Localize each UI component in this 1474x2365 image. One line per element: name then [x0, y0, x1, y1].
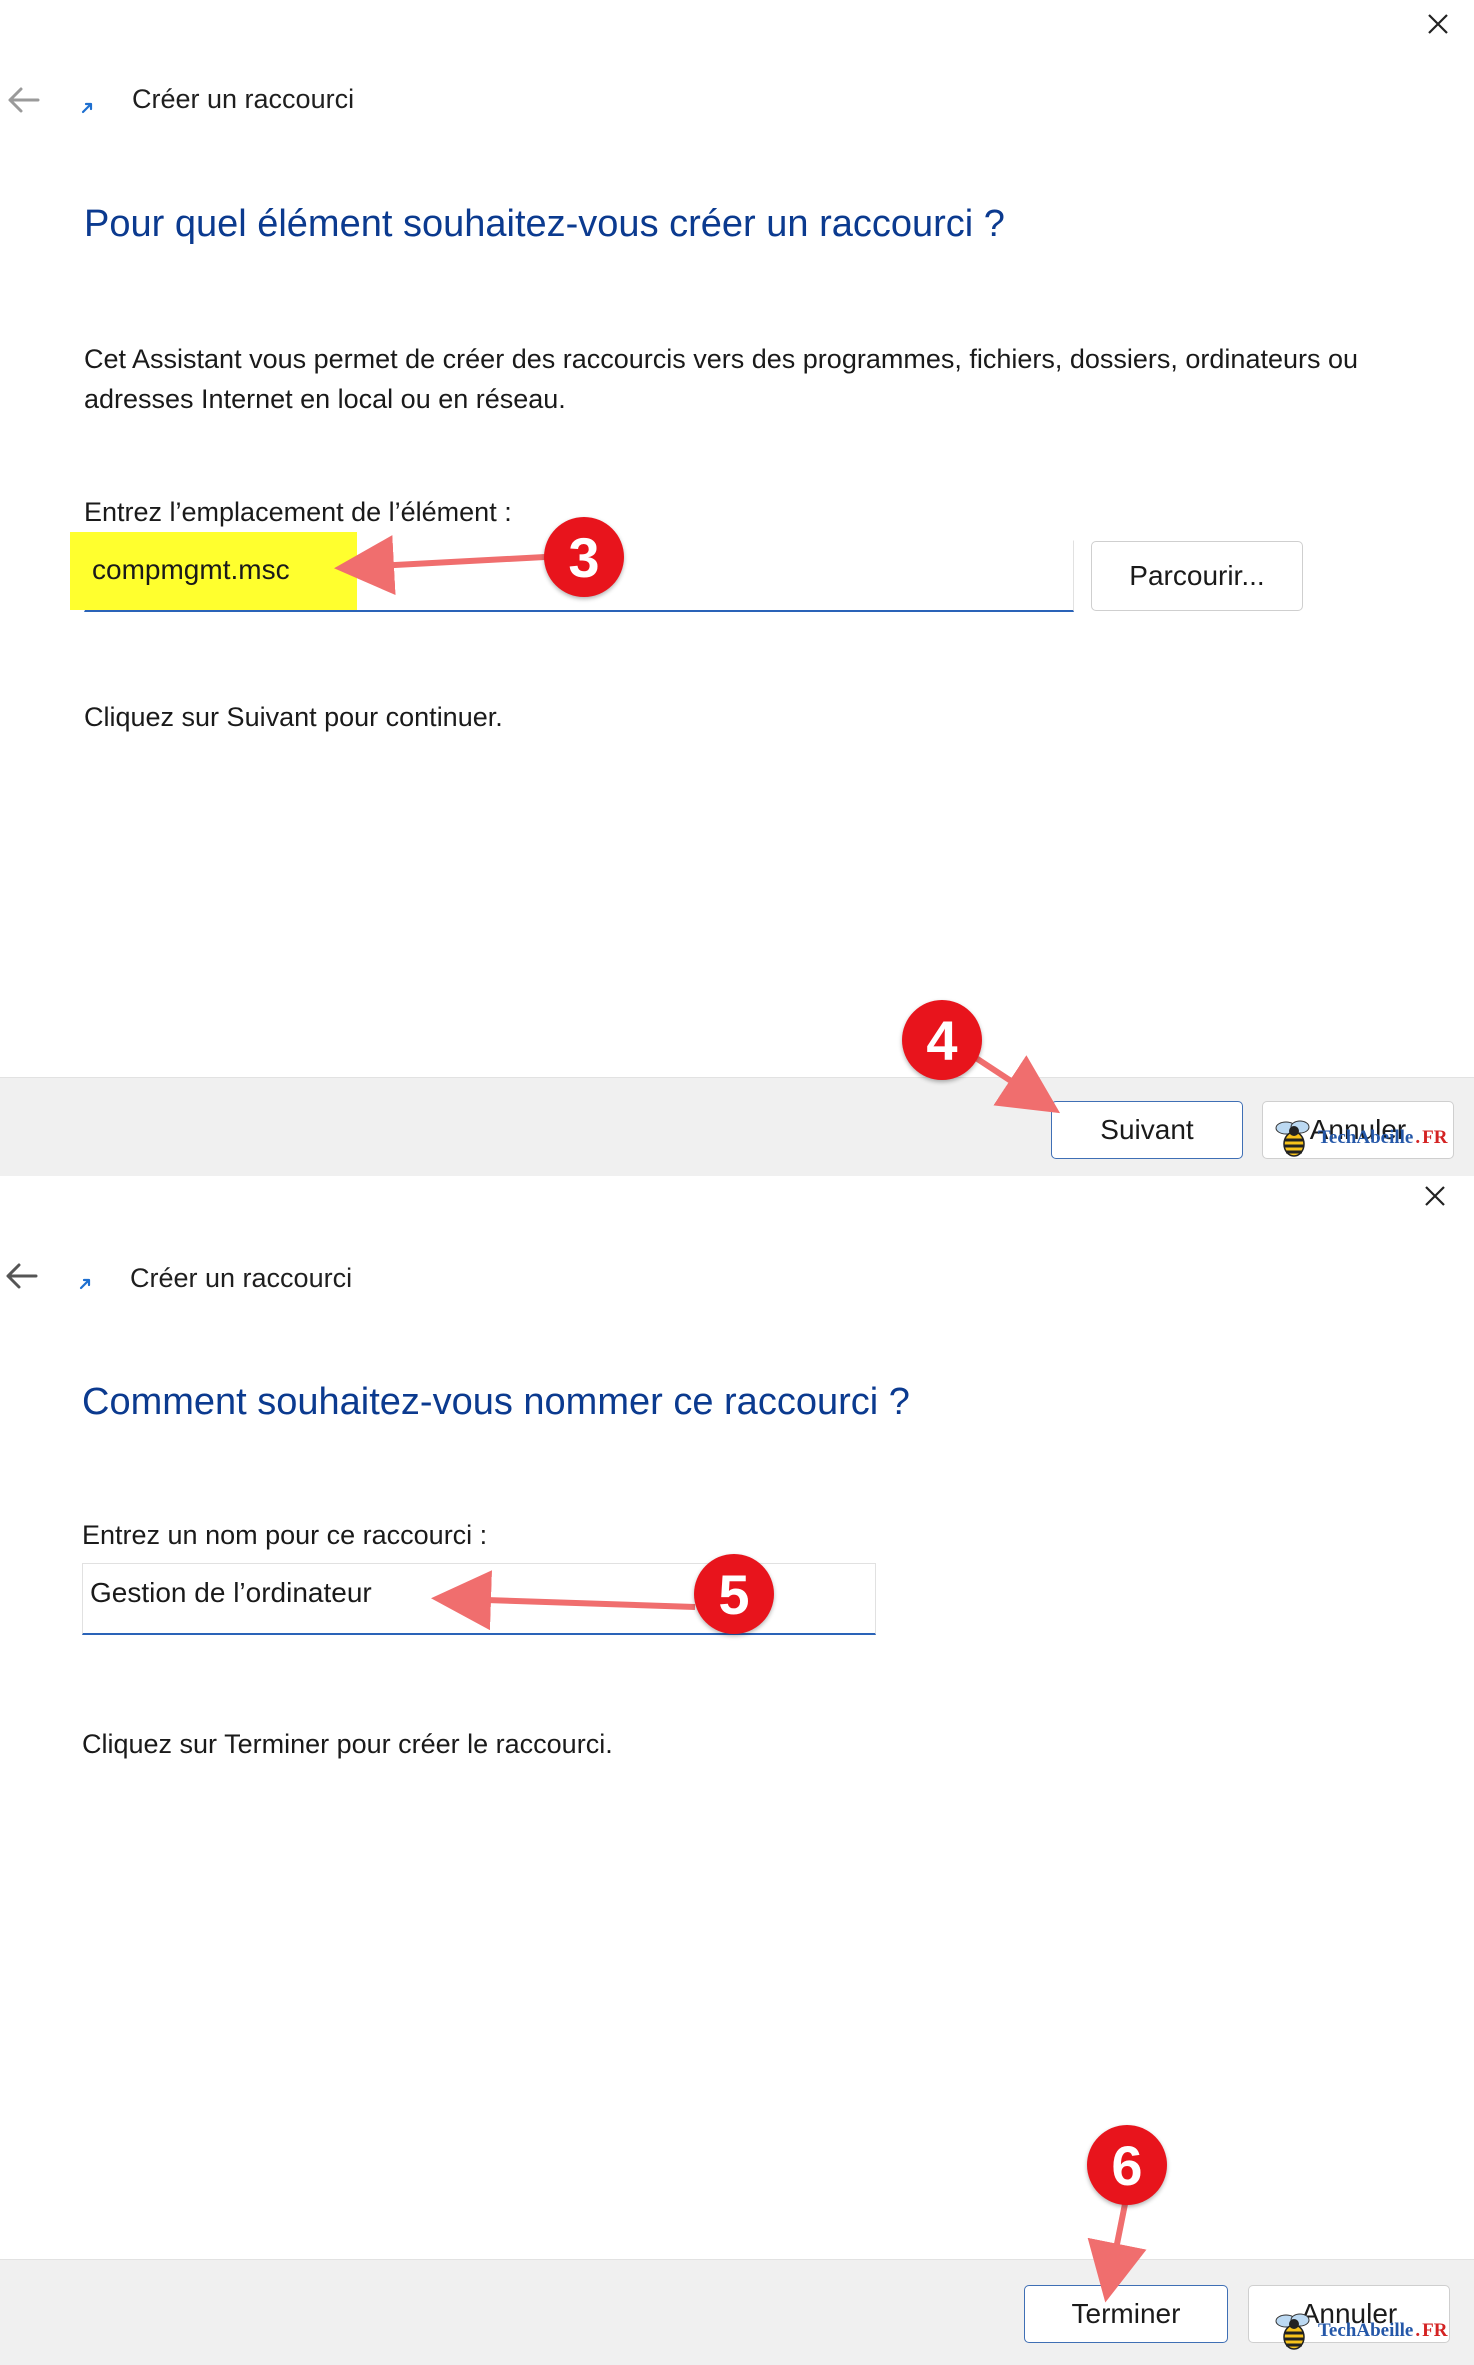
wizard-footer	[0, 1077, 1474, 1176]
instruction-text: Cliquez sur Suivant pour continuer.	[84, 702, 503, 732]
watermark-tld: FR	[1422, 2320, 1448, 2341]
close-icon	[1428, 14, 1448, 34]
window-title: Créer un raccourci	[132, 84, 355, 114]
close-icon	[1425, 1186, 1445, 1206]
step-badge-6: 6	[1087, 2125, 1167, 2205]
location-label: Entrez l’emplacement de l’élément :	[84, 497, 512, 527]
wizard-description: Cet Assistant vous permet de créer des r…	[84, 344, 1359, 414]
techabeille-watermark: TechAbeille. FR	[1272, 1118, 1447, 1158]
step-badge-5: 5	[694, 1554, 774, 1634]
close-button[interactable]	[1418, 4, 1458, 44]
bee-logo-icon	[1275, 2313, 1310, 2350]
step-badge-4: 4	[902, 1000, 982, 1080]
watermark-dot: .	[1415, 1127, 1421, 1148]
back-arrow-icon	[8, 87, 40, 113]
back-button[interactable]	[2, 78, 46, 122]
instruction-text: Cliquez sur Terminer pour créer le racco…	[82, 1729, 613, 1759]
step-badge-3: 3	[544, 517, 624, 597]
page-heading: Pour quel élément souhaitez-vous créer u…	[84, 203, 1005, 245]
page-heading: Comment souhaitez-vous nommer ce raccour…	[82, 1381, 910, 1423]
watermark-tld: FR	[1422, 1127, 1448, 1148]
watermark-brand: TechAbeille	[1318, 1127, 1414, 1148]
create-shortcut-dialog-step-location: Créer un raccourci Pour quel élément sou…	[0, 0, 1474, 1176]
watermark-brand: TechAbeille	[1318, 2320, 1414, 2341]
close-button[interactable]	[1415, 1176, 1455, 1216]
shortcut-arrow-icon	[78, 96, 100, 118]
back-button[interactable]	[0, 1254, 44, 1298]
next-button[interactable]: Suivant	[1051, 1101, 1243, 1159]
finish-button[interactable]: Terminer	[1024, 2285, 1228, 2343]
browse-button[interactable]: Parcourir...	[1091, 541, 1303, 611]
shortcut-arrow-icon	[76, 1272, 98, 1294]
watermark-dot: .	[1415, 2320, 1421, 2341]
bee-logo-icon	[1275, 1120, 1310, 1157]
name-label: Entrez un nom pour ce raccourci :	[82, 1520, 488, 1550]
window-title: Créer un raccourci	[130, 1263, 353, 1293]
techabeille-watermark: TechAbeille. FR	[1272, 2311, 1447, 2351]
back-arrow-icon	[6, 1263, 38, 1289]
create-shortcut-dialog-step-name: Créer un raccourci Comment souhaitez-vou…	[0, 1176, 1474, 2365]
